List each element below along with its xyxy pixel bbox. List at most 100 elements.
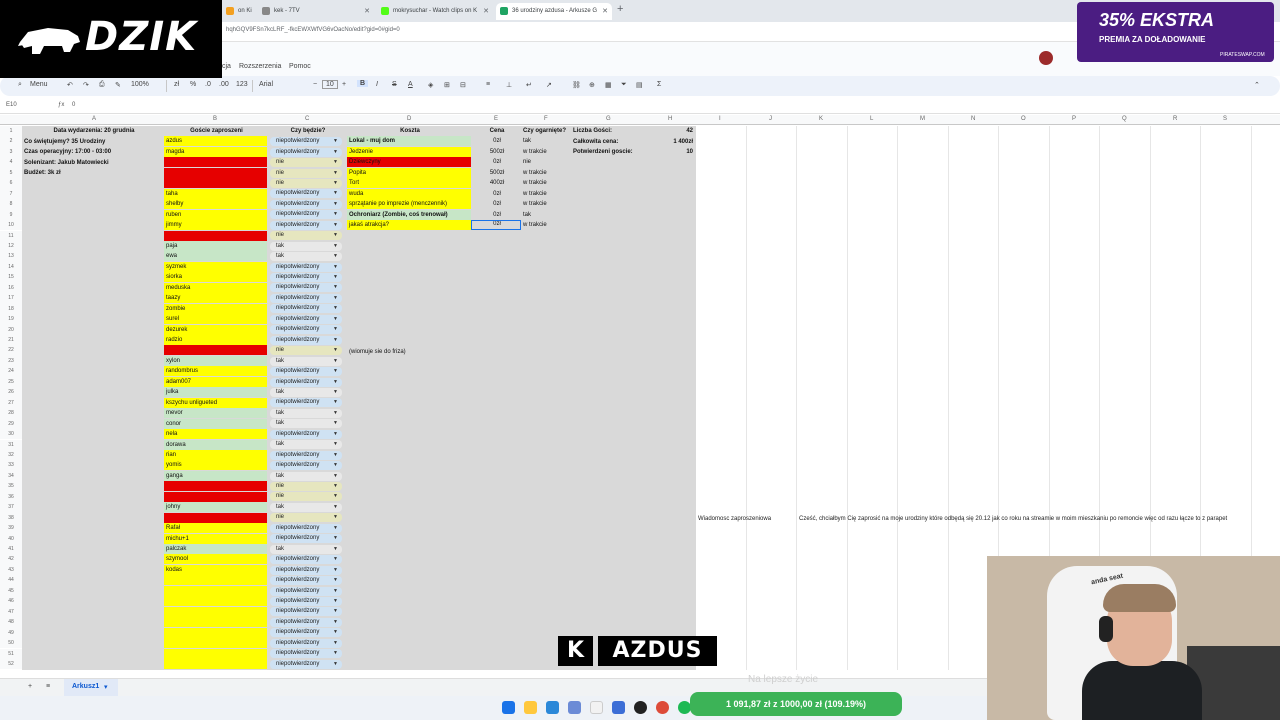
guest-name-cell[interactable] [164, 648, 267, 659]
browser-tab-3[interactable]: mokrysuchar - Watch clips on K ✕ [377, 3, 493, 20]
guest-name-cell[interactable]: michu+1 [164, 533, 267, 544]
attendance-dropdown[interactable]: tak ▼ [270, 471, 342, 481]
attendance-dropdown[interactable]: niepotwierdzony ▼ [270, 367, 342, 377]
formula-input[interactable]: 0 [72, 102, 75, 108]
guest-name-cell[interactable]: mevor [164, 408, 267, 419]
attendance-dropdown[interactable]: niepotwierdzony ▼ [270, 576, 342, 586]
cost-price-cell[interactable]: 0zł [471, 210, 521, 220]
guest-name-cell[interactable]: palczak [164, 544, 267, 554]
insert-chart-icon[interactable]: ▦ [605, 81, 612, 89]
chevron-down-icon[interactable]: ▼ [333, 315, 338, 324]
chevron-down-icon[interactable]: ▼ [333, 242, 338, 251]
attendance-dropdown[interactable]: niepotwierdzony ▼ [270, 638, 342, 648]
text-color-button[interactable]: A [408, 81, 413, 88]
guest-name-cell[interactable]: jimmy [164, 220, 267, 231]
cost-price-cell[interactable]: 0zł [471, 136, 521, 146]
column-header[interactable]: A [92, 116, 96, 122]
guest-name-cell[interactable] [164, 481, 267, 492]
strikethrough-button[interactable]: S [392, 81, 397, 88]
row-number[interactable]: 13 [0, 251, 22, 262]
guest-name-cell[interactable]: taha [164, 188, 267, 199]
guest-name-cell[interactable]: dezurek [164, 324, 267, 335]
chevron-down-icon[interactable]: ▼ [333, 472, 338, 481]
header-done[interactable]: Czy ogarnięte? [521, 126, 571, 136]
cost-done-cell[interactable]: nie [521, 157, 571, 167]
cell-h3[interactable]: 10 [645, 147, 695, 157]
column-header[interactable]: Q [1122, 116, 1127, 122]
row-number[interactable]: 36 [0, 491, 22, 503]
attendance-dropdown[interactable]: niepotwierdzony ▼ [270, 262, 342, 272]
cell-h1[interactable]: 42 [645, 126, 695, 136]
row-number[interactable]: 4 [0, 157, 22, 168]
guest-name-cell[interactable]: meduska [164, 282, 267, 293]
column-header[interactable]: I [719, 116, 721, 122]
chevron-down-icon[interactable]: ▼ [333, 430, 338, 439]
row-number[interactable]: 47 [0, 606, 22, 618]
guest-name-cell[interactable]: kszychu unligueted [164, 397, 267, 408]
cell-h2[interactable]: 1 400zł [645, 137, 695, 147]
guest-name-cell[interactable]: magda [164, 146, 267, 157]
attendance-dropdown[interactable]: niepotwierdzony ▼ [270, 534, 342, 544]
row-number[interactable]: 50 [0, 638, 22, 649]
row-number[interactable]: 20 [0, 324, 22, 335]
row-number[interactable]: 51 [0, 648, 22, 659]
insert-comment-icon[interactable]: ⊕ [589, 81, 595, 89]
attendance-dropdown[interactable]: tak ▼ [270, 356, 342, 366]
browser-tab-1[interactable]: on Ki [222, 3, 256, 20]
row-number[interactable]: 33 [0, 460, 22, 471]
attendance-dropdown[interactable]: nie ▼ [270, 346, 342, 356]
chevron-down-icon[interactable]: ▼ [333, 587, 338, 596]
attendance-dropdown[interactable]: niepotwierdzony ▼ [270, 377, 342, 387]
attendance-dropdown[interactable]: niepotwierdzony ▼ [270, 314, 342, 324]
chevron-down-icon[interactable]: ▼ [333, 200, 338, 209]
guest-name-cell[interactable]: ganga [164, 470, 267, 481]
merge-cells-icon[interactable]: ⊟ [460, 81, 466, 89]
attendance-dropdown[interactable]: tak ▼ [270, 387, 342, 397]
row-number[interactable]: 22 [0, 345, 22, 356]
guest-name-cell[interactable]: paja [164, 240, 267, 251]
menu-item-extensions[interactable]: Rozszerzenia [239, 63, 281, 70]
attendance-dropdown[interactable]: nie ▼ [270, 482, 342, 491]
attendance-dropdown[interactable]: niepotwierdzony ▼ [270, 555, 342, 565]
cell-a4[interactable]: Solenizant: Jakub Matowiecki [22, 158, 164, 168]
column-header[interactable]: D [407, 116, 411, 122]
column-header[interactable]: L [870, 116, 873, 122]
attendance-dropdown[interactable]: niepotwierdzony ▼ [270, 220, 342, 230]
attendance-dropdown[interactable]: niepotwierdzony ▼ [270, 293, 342, 303]
row-number[interactable]: 24 [0, 366, 22, 377]
fill-color-icon[interactable]: ◈ [428, 81, 433, 89]
chevron-down-icon[interactable]: ▼ [333, 398, 338, 407]
row-number[interactable]: 39 [0, 523, 22, 534]
column-header[interactable]: E [494, 116, 498, 122]
guest-name-cell[interactable] [164, 230, 267, 241]
row-number[interactable]: 8 [0, 199, 22, 210]
collapse-toolbar-icon[interactable]: ⌃ [1254, 81, 1260, 89]
cost-price-cell[interactable]: 500zł [471, 168, 521, 178]
row-number[interactable]: 32 [0, 449, 22, 461]
attendance-dropdown[interactable]: niepotwierdzony ▼ [270, 523, 342, 533]
app-icon[interactable] [612, 701, 625, 714]
attendance-dropdown[interactable]: niepotwierdzony ▼ [270, 147, 342, 157]
guest-name-cell[interactable]: Rafał [164, 523, 267, 534]
attendance-dropdown[interactable]: tak ▼ [270, 502, 342, 512]
start-icon[interactable] [502, 701, 515, 714]
cost-done-cell[interactable]: w trakcie [521, 178, 571, 188]
chevron-down-icon[interactable]: ▼ [333, 388, 338, 397]
chevron-down-icon[interactable]: ▼ [333, 179, 338, 188]
attendance-dropdown[interactable]: niepotwierdzony ▼ [270, 596, 342, 606]
guest-name-cell[interactable]: radzio [164, 335, 267, 345]
row-number[interactable]: 7 [0, 188, 22, 200]
new-tab-button[interactable]: + [617, 3, 623, 15]
chevron-down-icon[interactable]: ▼ [333, 451, 338, 460]
guest-name-cell[interactable]: ruben [164, 209, 267, 220]
chevron-down-icon[interactable]: ▼ [333, 461, 338, 470]
cost-price-cell[interactable]: 0zł [471, 189, 521, 199]
guest-name-cell[interactable]: yomis [164, 460, 267, 471]
guest-name-cell[interactable]: siorka [164, 272, 267, 283]
chevron-down-icon[interactable]: ▼ [333, 409, 338, 418]
zoom-select[interactable]: 100% [131, 81, 149, 88]
attendance-dropdown[interactable]: niepotwierdzony ▼ [270, 586, 342, 596]
print-icon[interactable]: ⎙ [99, 81, 105, 89]
cost-item-cell[interactable]: jakaś atrakcja? [347, 220, 471, 231]
currency-button[interactable]: zł [174, 81, 179, 88]
